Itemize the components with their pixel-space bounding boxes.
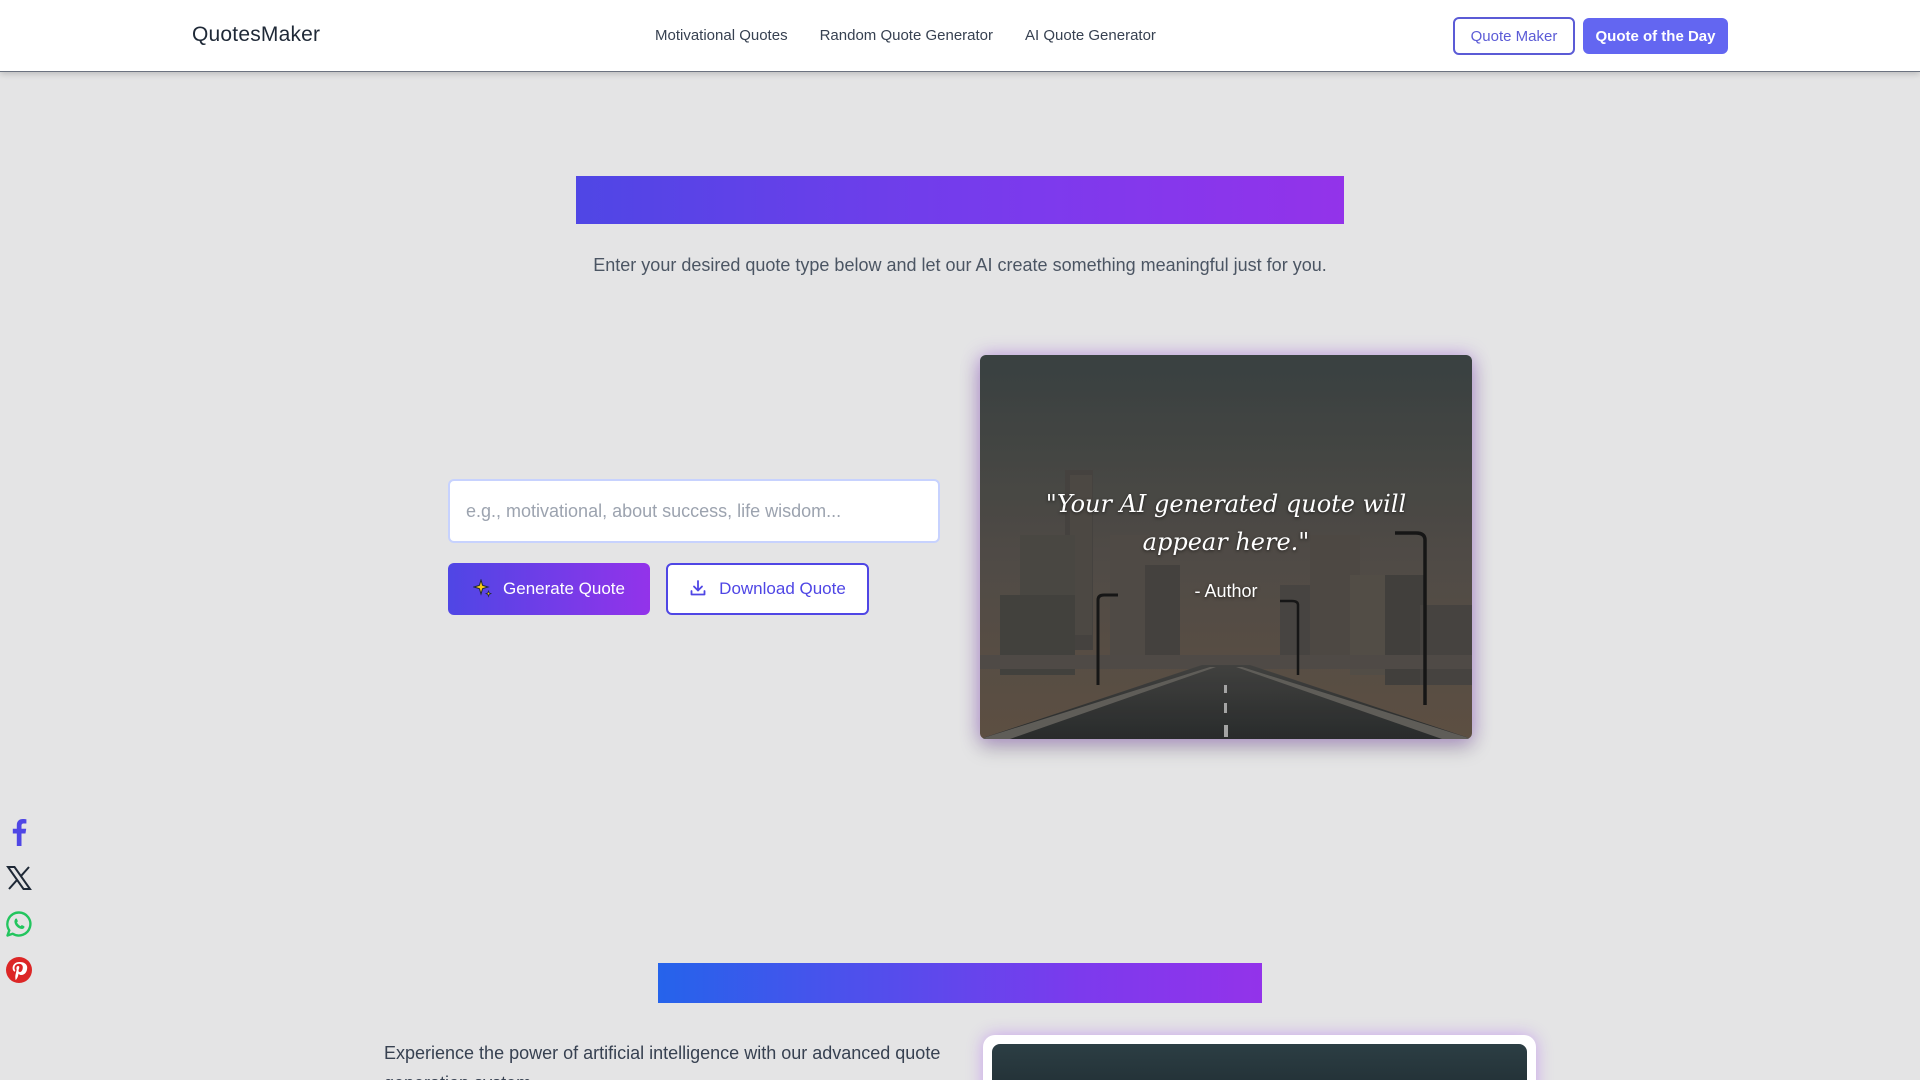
nav-links: Motivational Quotes Random Quote Generat… [655, 27, 1156, 44]
whatsapp-icon [5, 910, 33, 943]
hero-gradient-banner [576, 176, 1344, 224]
sparkles-icon [473, 579, 493, 599]
nav-link-ai-quote-generator[interactable]: AI Quote Generator [1025, 27, 1156, 44]
quote-of-the-day-button[interactable]: Quote of the Day [1583, 18, 1728, 54]
generate-quote-label: Generate Quote [503, 579, 625, 598]
quote-author: - Author [1194, 581, 1258, 601]
quote-text: "Your AI generated quote will appear her… [1045, 490, 1407, 556]
quote-type-input[interactable] [448, 479, 940, 543]
section2-gradient-banner [658, 963, 1262, 1003]
hero-subtitle: Enter your desired quote type below and … [593, 255, 1327, 275]
pinterest-share-link[interactable] [4, 956, 34, 989]
section2-image [992, 1044, 1527, 1080]
x-share-link[interactable] [4, 865, 34, 895]
section2-description: Experience the power of artificial intel… [384, 1043, 941, 1080]
quote-preview-card: "Your AI generated quote will appear her… [980, 355, 1472, 739]
x-icon [6, 865, 32, 896]
download-quote-label: Download Quote [719, 579, 846, 598]
pinterest-icon [5, 956, 33, 989]
facebook-icon [11, 818, 27, 851]
download-icon [689, 579, 709, 599]
whatsapp-share-link[interactable] [4, 910, 34, 943]
navbar: QuotesMaker Motivational Quotes Random Q… [0, 0, 1920, 72]
section2-image-frame [983, 1035, 1536, 1080]
download-quote-button[interactable]: Download Quote [666, 563, 869, 615]
brand-logo[interactable]: QuotesMaker [192, 23, 320, 47]
nav-link-random-quote-generator[interactable]: Random Quote Generator [820, 27, 993, 44]
generate-quote-button[interactable]: Generate Quote [448, 563, 650, 615]
quote-maker-button[interactable]: Quote Maker [1453, 17, 1575, 55]
facebook-share-link[interactable] [4, 818, 34, 851]
nav-link-motivational-quotes[interactable]: Motivational Quotes [655, 27, 788, 44]
